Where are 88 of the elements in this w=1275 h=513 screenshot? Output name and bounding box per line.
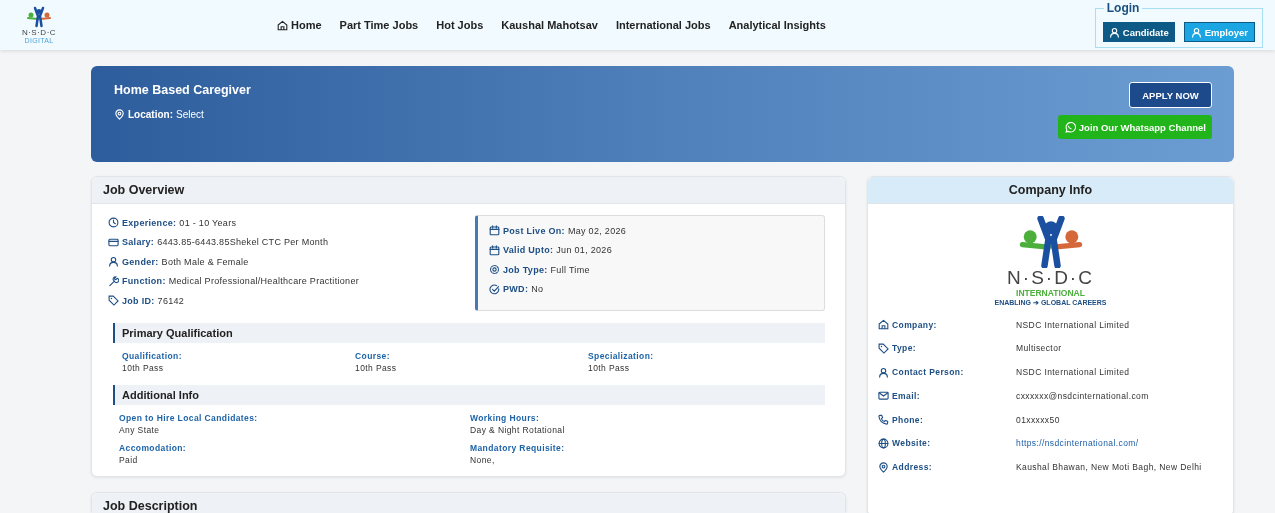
clock-icon [108, 217, 119, 228]
field-label: Open to Hire Local Candidates: [119, 413, 259, 423]
detail-label: Salary: [122, 237, 155, 247]
user-icon [108, 256, 119, 267]
detail-label: Job ID: [122, 295, 155, 306]
job-title: Home Based Caregiver [114, 83, 251, 97]
detail-label: Gender: [122, 256, 159, 267]
info-value: NSDC International Limited [1016, 367, 1130, 378]
detail-value: 01 - 10 Years [179, 217, 237, 228]
user-icon [1190, 26, 1202, 38]
info-label: Address: [892, 462, 933, 473]
globe-icon [878, 438, 889, 449]
field-label: Accomodation: [119, 443, 188, 453]
detail-value: 76142 [157, 295, 185, 306]
field-value: Paid [119, 455, 139, 465]
field-label: Qualification: [122, 351, 183, 361]
logo-subtitle: INTERNATIONAL [1016, 288, 1085, 298]
card-header: Job Overview [92, 177, 845, 204]
detail-value: Both Male & Female [161, 256, 249, 267]
field-label: Mandatory Requisite: [470, 443, 566, 453]
detail-label: Post Live On: [503, 225, 565, 236]
info-value: 01xxxxx50 [1016, 414, 1060, 425]
info-value: Multisector [1016, 343, 1062, 354]
detail-value: No [531, 284, 544, 294]
field-value: 10th Pass [122, 363, 165, 373]
info-label: Website: [892, 438, 931, 449]
info-value: NSDC International Limited [1016, 319, 1130, 330]
card-header: Job Description [92, 493, 845, 513]
detail-label: Valid Upto: [503, 245, 554, 255]
house-icon [878, 319, 889, 330]
tag-icon [108, 295, 119, 306]
check-circle-icon [489, 283, 500, 295]
nav-link[interactable]: Hot Jobs [436, 19, 484, 31]
field-label: Working Hours: [470, 413, 541, 423]
house-icon [277, 19, 288, 31]
credit-card-icon [108, 236, 119, 248]
field-value: 10th Pass [355, 363, 398, 373]
user-icon [1108, 26, 1120, 38]
field-value: 10th Pass [588, 363, 631, 373]
info-label: Type: [892, 343, 917, 354]
field-label: Course: [355, 351, 391, 361]
nav-link[interactable]: International Jobs [615, 19, 711, 31]
info-label: Email: [892, 390, 920, 401]
candidate-button[interactable]: Candidate [1102, 22, 1175, 42]
user-icon [878, 366, 889, 378]
location-pin-icon [878, 461, 889, 473]
gear-icon [489, 264, 500, 275]
wrench-icon [108, 275, 119, 287]
location-pin-icon [114, 109, 125, 120]
detail-value: Jun 01, 2026 [556, 245, 612, 255]
logo-wordmark: N·S·D·C [21, 27, 57, 37]
section-header: Primary Qualification [113, 323, 825, 343]
field-value: Day & Night Rotational [470, 425, 566, 435]
location-value: Select [176, 109, 204, 120]
nav-link[interactable]: Kaushal Mahotsav [501, 19, 598, 31]
section-header: Additional Info [113, 385, 825, 405]
detail-label: Experience: [122, 217, 177, 228]
info-label: Contact Person: [892, 367, 964, 378]
phone-icon [878, 414, 889, 426]
apply-now-button[interactable]: APPLY NOW [1129, 82, 1212, 108]
envelope-icon [878, 390, 889, 402]
detail-value: May 02, 2026 [567, 225, 627, 236]
nav-link[interactable]: Part Time Jobs [339, 19, 419, 31]
calendar-icon [489, 244, 500, 256]
info-label: Phone: [892, 414, 924, 425]
info-label: Company: [892, 319, 937, 330]
chat-bubble-icon [1064, 120, 1076, 134]
location-label: Location: [128, 109, 173, 120]
login-legend: Login [1103, 1, 1143, 15]
detail-value: Full Time [550, 264, 590, 275]
detail-label: PWD: [503, 284, 529, 294]
field-value: None, [470, 455, 496, 465]
logo-wordmark: N·S·D·C [1007, 268, 1094, 288]
detail-label: Function: [122, 276, 166, 286]
detail-label: Job Type: [503, 264, 548, 275]
detail-value: 6443.85-6443.85Shekel CTC Per Month [157, 237, 329, 247]
tag-icon [878, 342, 889, 354]
field-value: Any State [119, 425, 161, 435]
nav-link[interactable]: Analytical Insights [728, 19, 826, 31]
website-link[interactable]: https://nsdcinternational.com/ [1016, 438, 1139, 449]
calendar-icon [489, 225, 500, 236]
nav-link[interactable]: Home [277, 19, 322, 31]
card-header: Company Info [868, 177, 1233, 204]
field-label: Specialization: [588, 351, 655, 361]
info-value: cxxxxxx@nsdcinternational.com [1016, 390, 1149, 401]
people-logo-icon [24, 5, 54, 28]
detail-value: Medical Professional/Healthcare Practitioner [168, 276, 359, 286]
info-value: Kaushal Bhawan, New Moti Bagh, New Delhi [1016, 462, 1202, 473]
